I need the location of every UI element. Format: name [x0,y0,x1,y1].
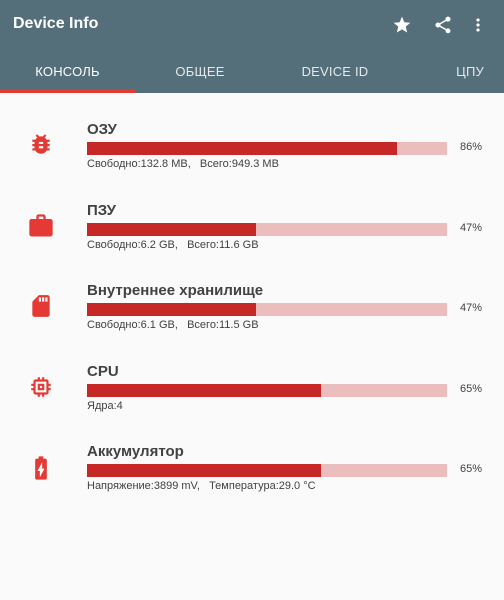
tab-cpu[interactable]: ЦПУ [405,50,504,93]
sd-card-icon [26,291,56,321]
item-detail: Ядра:4 [87,400,123,412]
bug-icon [26,129,56,159]
progress-fill [87,303,257,316]
list-item-internal-storage[interactable]: Внутреннее хранилище 47% Свободно:6.1 GB… [0,282,504,352]
tab-console[interactable]: КОНСОЛЬ [0,50,135,93]
tab-device-id[interactable]: DEVICE ID [265,50,405,93]
progress-fill [87,384,321,397]
progress-fill [87,223,257,236]
item-percent: 47% [460,302,483,314]
item-detail: Свободно:132.8 MB, Всего:949.3 MB [87,158,279,170]
star-icon[interactable] [391,14,413,36]
item-title: Аккумулятор [87,443,184,460]
item-detail: Свободно:6.2 GB, Всего:11.6 GB [87,239,259,251]
progress-fill [87,464,321,477]
item-title: ПЗУ [87,202,116,219]
item-detail: Напряжение:3899 mV, Температура:29.0 °C [87,480,316,492]
list-item-ram[interactable]: ОЗУ 86% Свободно:132.8 MB, Всего:949.3 M… [0,121,504,191]
progress-bar [87,303,447,316]
item-percent: 86% [460,141,483,153]
list-item-rom[interactable]: ПЗУ 47% Свободно:6.2 GB, Всего:11.6 GB [0,202,504,272]
item-title: ОЗУ [87,121,117,138]
item-title: CPU [87,363,119,380]
app-bar: Device Info КОНСОЛЬ ОБЩЕЕ DEVICE ID ЦПУ [0,0,504,93]
cpu-chip-icon [26,372,56,402]
progress-bar [87,223,447,236]
list-item-cpu[interactable]: CPU 65% Ядра:4 [0,363,504,433]
battery-charging-icon [26,453,56,483]
toolbar: Device Info [0,0,504,50]
briefcase-icon [26,211,56,241]
item-percent: 47% [460,222,483,234]
tab-general[interactable]: ОБЩЕЕ [135,50,265,93]
progress-bar [87,384,447,397]
item-title: Внутреннее хранилище [87,282,264,299]
item-percent: 65% [460,463,483,475]
share-icon[interactable] [432,14,454,36]
progress-bar [87,464,447,477]
app-title: Device Info [13,15,99,32]
item-percent: 65% [460,383,483,395]
list-item-battery[interactable]: Аккумулятор 65% Напряжение:3899 mV, Темп… [0,443,504,513]
item-detail: Свободно:6.1 GB, Всего:11.5 GB [87,319,259,331]
more-vert-icon[interactable] [467,14,489,36]
console-list: ОЗУ 86% Свободно:132.8 MB, Всего:949.3 M… [0,93,504,600]
progress-bar [87,142,447,155]
tab-bar: КОНСОЛЬ ОБЩЕЕ DEVICE ID ЦПУ [0,50,504,93]
progress-fill [87,142,397,155]
